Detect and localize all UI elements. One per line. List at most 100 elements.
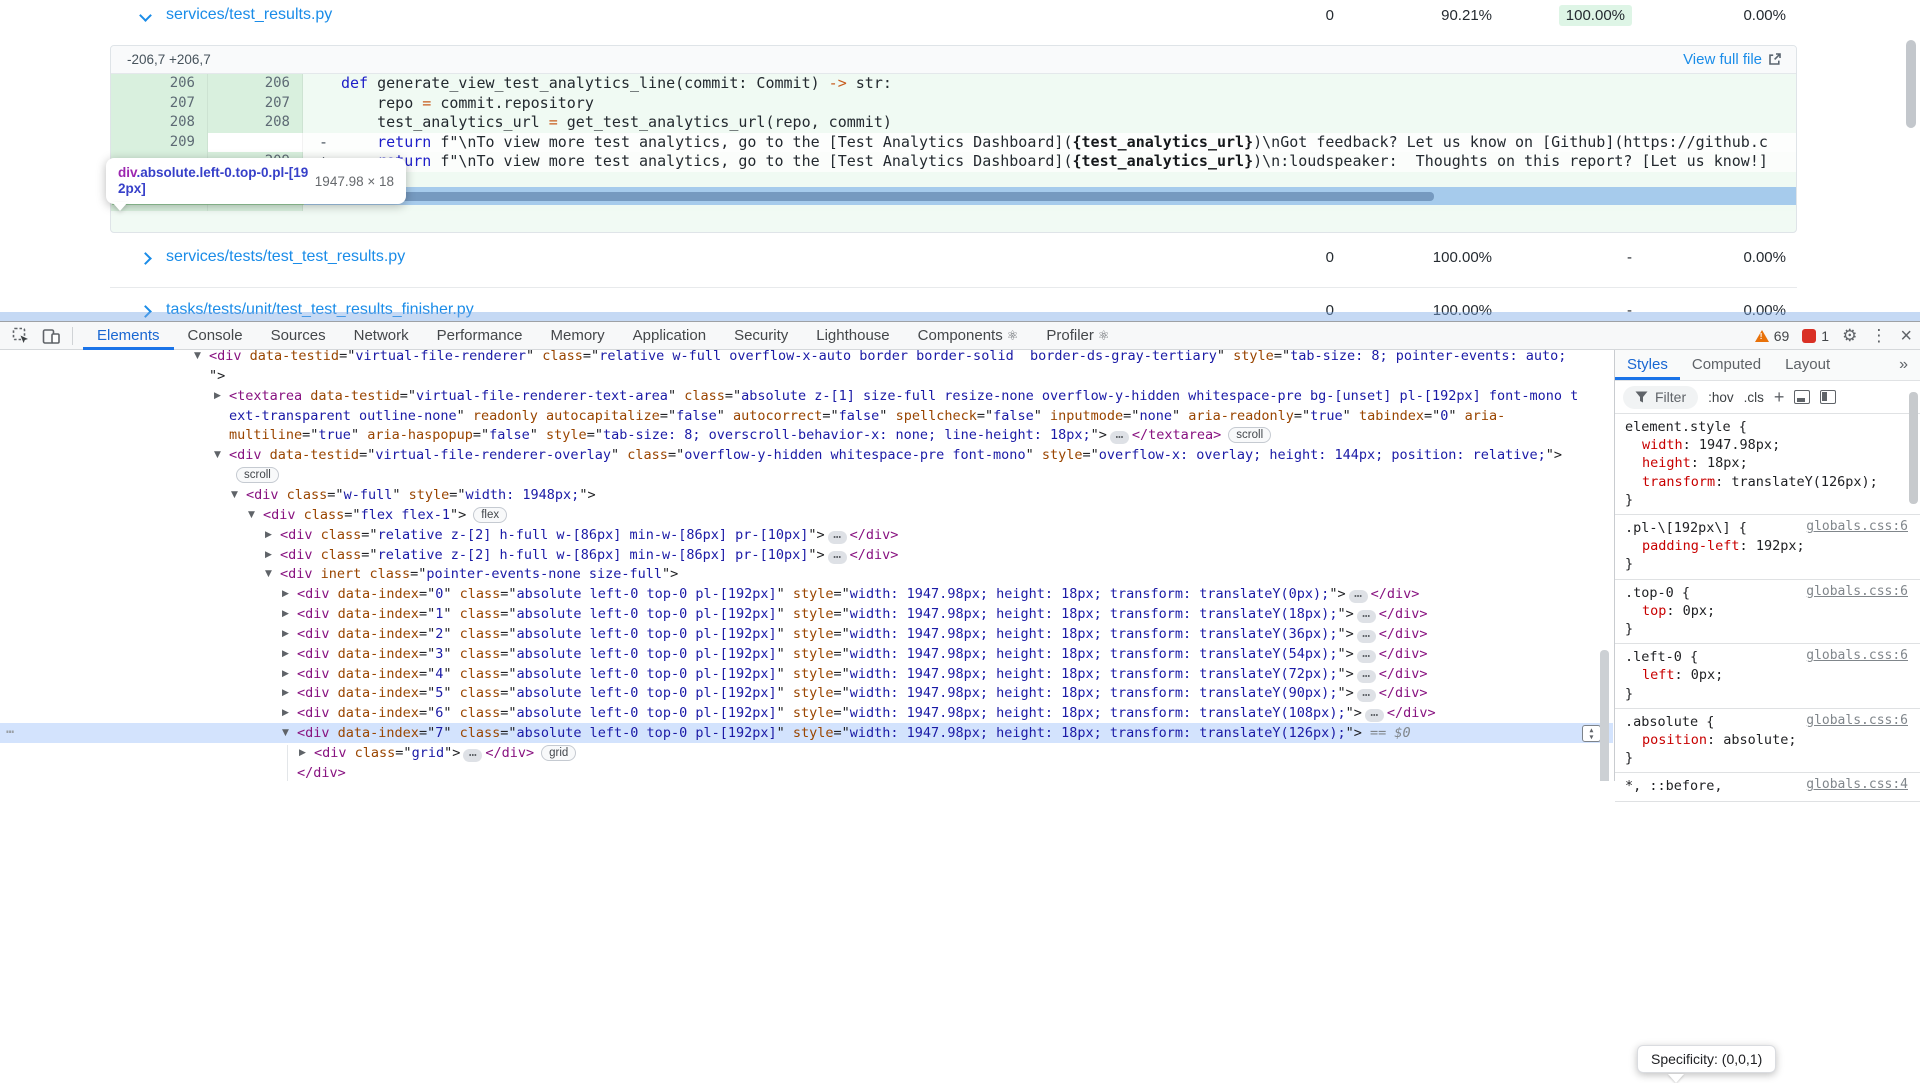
node-options-dots[interactable]: ⋯ <box>6 723 15 743</box>
kebab-menu-icon[interactable]: ⋮ <box>1870 322 1887 350</box>
dom-tree-node[interactable]: ▶ <div class="relative z-[2] h-full w-[86… <box>265 525 898 545</box>
expand-arrow-icon[interactable]: ▶ <box>282 604 289 624</box>
error-count[interactable]: 1 <box>1821 328 1829 344</box>
collapse-arrow-icon[interactable]: ▼ <box>214 445 221 465</box>
horizontal-scrollbar-thumb[interactable] <box>307 192 1434 201</box>
css-declaration[interactable]: padding-left: 192px; <box>1615 537 1920 555</box>
scroll-into-view-icon[interactable]: ▲ ▼ <box>1582 725 1601 742</box>
styles-filter-input[interactable]: Filter <box>1623 385 1699 409</box>
css-declaration[interactable]: width: 1947.98px; <box>1615 436 1920 454</box>
dom-tree-node[interactable]: ▶ <div class="relative z-[2] h-full w-[86… <box>265 545 898 565</box>
dom-tree-node[interactable]: ▶ <div data-index="3" class="absolute lef… <box>282 644 1428 664</box>
dom-tree-node[interactable]: ▶ <div data-index="4" class="absolute lef… <box>282 664 1428 684</box>
error-icon[interactable] <box>1802 329 1817 343</box>
collapse-arrow-icon[interactable]: ▼ <box>231 485 238 505</box>
css-rule[interactable]: element.style {width: 1947.98px; height: … <box>1615 414 1920 516</box>
page-scrollbar-thumb[interactable] <box>1906 40 1916 128</box>
devtools-tab-console[interactable]: Console <box>174 322 257 350</box>
elements-scrollbar-thumb[interactable] <box>1600 650 1609 781</box>
file-link[interactable]: services/test_results.py <box>166 6 332 24</box>
expand-arrow-icon[interactable]: ▶ <box>299 743 306 763</box>
expand-arrow-icon[interactable]: ▶ <box>282 703 289 723</box>
code-line[interactable]: 206 206 def generate_view_test_analytics_l… <box>111 74 1796 94</box>
dom-tree-node[interactable]: ▶ <div data-index="2" class="absolute lef… <box>282 624 1428 644</box>
dom-tree-node[interactable]: "> <box>209 366 225 386</box>
dock-sidebar-icon[interactable] <box>1820 390 1837 404</box>
new-style-rule-button[interactable]: + <box>1774 387 1785 407</box>
tab-layout[interactable]: Layout <box>1773 350 1842 380</box>
css-declaration[interactable]: height: 18px; <box>1615 454 1920 472</box>
more-tabs-icon[interactable]: » <box>1887 350 1920 380</box>
dom-tree-node[interactable]: ▶ <textarea data-testid="virtual-file-ren… <box>214 386 1578 406</box>
expand-arrow-icon[interactable]: ▶ <box>214 386 221 406</box>
css-declaration[interactable]: top: 0px; <box>1615 602 1920 620</box>
expand-arrow-icon[interactable]: ▶ <box>282 584 289 604</box>
expand-arrow-icon[interactable]: ▶ <box>265 545 272 565</box>
diff-code-viewer[interactable]: 206 206 def generate_view_test_analytics_l… <box>111 74 1796 232</box>
css-rule[interactable]: globals.css:6 .absolute {position: absolu… <box>1615 709 1920 774</box>
expand-arrow-icon[interactable]: ▶ <box>282 644 289 664</box>
devtools-tab-application[interactable]: Application <box>619 322 720 350</box>
collapse-arrow-icon[interactable]: ▼ <box>248 505 255 525</box>
dom-tree-node[interactable]: ext-transparent outline-none" readonly a… <box>229 406 1505 426</box>
collapse-arrow-icon[interactable]: ▼ <box>265 564 272 584</box>
dom-tree-node[interactable]: ▼ <div data-testid="virtual-file-renderer… <box>214 445 1562 465</box>
toggle-class-button[interactable]: .cls <box>1744 390 1764 405</box>
paint-flashing-icon[interactable] <box>1794 390 1811 404</box>
css-declaration[interactable]: left: 0px; <box>1615 666 1920 684</box>
devtools-tab-profiler[interactable]: Profiler ⚛ <box>1032 322 1123 350</box>
dom-tree-node[interactable]: scroll <box>229 465 279 485</box>
code-line[interactable]: 209 - return f"\nTo view more test analyt… <box>111 132 1796 152</box>
gear-icon[interactable]: ⚙ <box>1842 322 1857 350</box>
collapse-arrow-icon[interactable]: ▼ <box>194 350 201 366</box>
devtools-tab-components[interactable]: Components ⚛ <box>904 322 1033 350</box>
dom-tree-node[interactable]: ▼ <div inert class="pointer-events-none s… <box>265 564 678 584</box>
warning-count[interactable]: 69 <box>1774 328 1790 344</box>
code-line[interactable]: 208 208 test_analytics_url = get_test_ana… <box>111 113 1796 133</box>
dom-tree-node[interactable]: ▼ <div class="flex flex-1"> flex <box>248 505 508 525</box>
dom-tree-node[interactable]: ▼ <div data-index="7" class="absolute lef… <box>282 723 1411 743</box>
dom-tree-node[interactable]: multiline="true" aria-haspopup="false" s… <box>229 425 1272 445</box>
devtools-tab-elements[interactable]: Elements <box>83 322 174 350</box>
dom-tree-node[interactable]: ▶ <div data-index="5" class="absolute lef… <box>282 683 1428 703</box>
css-declaration[interactable]: position: absolute; <box>1615 731 1920 749</box>
elements-tree-panel[interactable]: ⋯ ▼ <div data-testid="virtual-file-render… <box>0 350 1613 781</box>
device-toolbar-icon[interactable] <box>42 327 60 345</box>
file-row[interactable]: services/tests/test_test_results.py 0 10… <box>0 244 1920 274</box>
dom-tree-node[interactable]: </div> <box>297 763 346 781</box>
dom-tree-node[interactable]: ▶ <div data-index="1" class="absolute lef… <box>282 604 1428 624</box>
dom-tree-node[interactable]: ▶ <div data-index="0" class="absolute lef… <box>282 584 1419 604</box>
devtools-tab-network[interactable]: Network <box>340 322 423 350</box>
code-line[interactable]: 207 207 repo = commit.repository <box>111 93 1796 113</box>
file-row[interactable]: services/test_results.py 0 90.21% 100.00… <box>0 2 1920 32</box>
expand-arrow-icon[interactable]: ▶ <box>282 664 289 684</box>
css-rule[interactable]: globals.css:6 .top-0 {top: 0px;} <box>1615 580 1920 645</box>
toggle-hover-state-button[interactable]: :hov <box>1708 390 1734 405</box>
view-full-file-link[interactable]: View full file <box>1683 46 1782 74</box>
devtools-tab-lighthouse[interactable]: Lighthouse <box>802 322 903 350</box>
devtools-tab-performance[interactable]: Performance <box>423 322 537 350</box>
chevron-right-icon[interactable] <box>139 252 152 265</box>
dom-tree-node[interactable]: ▶ <div class="grid">… </div> grid <box>299 743 577 763</box>
expand-arrow-icon[interactable]: ▶ <box>282 624 289 644</box>
devtools-tab-memory[interactable]: Memory <box>537 322 619 350</box>
dom-tree-node[interactable]: ▼ <div class="w-full" style="width: 1948p… <box>231 485 596 505</box>
file-link[interactable]: services/tests/test_test_results.py <box>166 248 405 266</box>
css-rule[interactable]: globals.css:4 *, ::before, <box>1615 773 1920 802</box>
warning-icon[interactable] <box>1754 330 1769 342</box>
dom-tree-node[interactable]: ▼ <div data-testid="virtual-file-renderer… <box>194 350 1566 366</box>
chevron-down-icon[interactable] <box>139 9 152 22</box>
tab-styles[interactable]: Styles <box>1615 350 1680 380</box>
collapse-arrow-icon[interactable]: ▼ <box>282 723 289 743</box>
css-declaration[interactable]: transform: translateY(126px); <box>1615 473 1920 491</box>
styles-scrollbar-thumb[interactable] <box>1909 392 1918 504</box>
inspect-icon[interactable] <box>12 327 30 345</box>
tab-computed[interactable]: Computed <box>1680 350 1773 380</box>
expand-arrow-icon[interactable]: ▶ <box>265 525 272 545</box>
dom-tree-node[interactable]: ▶ <div data-index="6" class="absolute lef… <box>282 703 1436 723</box>
css-rule[interactable]: globals.css:6 .left-0 {left: 0px;} <box>1615 644 1920 709</box>
expand-arrow-icon[interactable]: ▶ <box>282 683 289 703</box>
devtools-tab-security[interactable]: Security <box>720 322 802 350</box>
css-rule[interactable]: globals.css:6 .pl-\[192px\] {padding-left… <box>1615 515 1920 580</box>
devtools-tab-sources[interactable]: Sources <box>257 322 340 350</box>
